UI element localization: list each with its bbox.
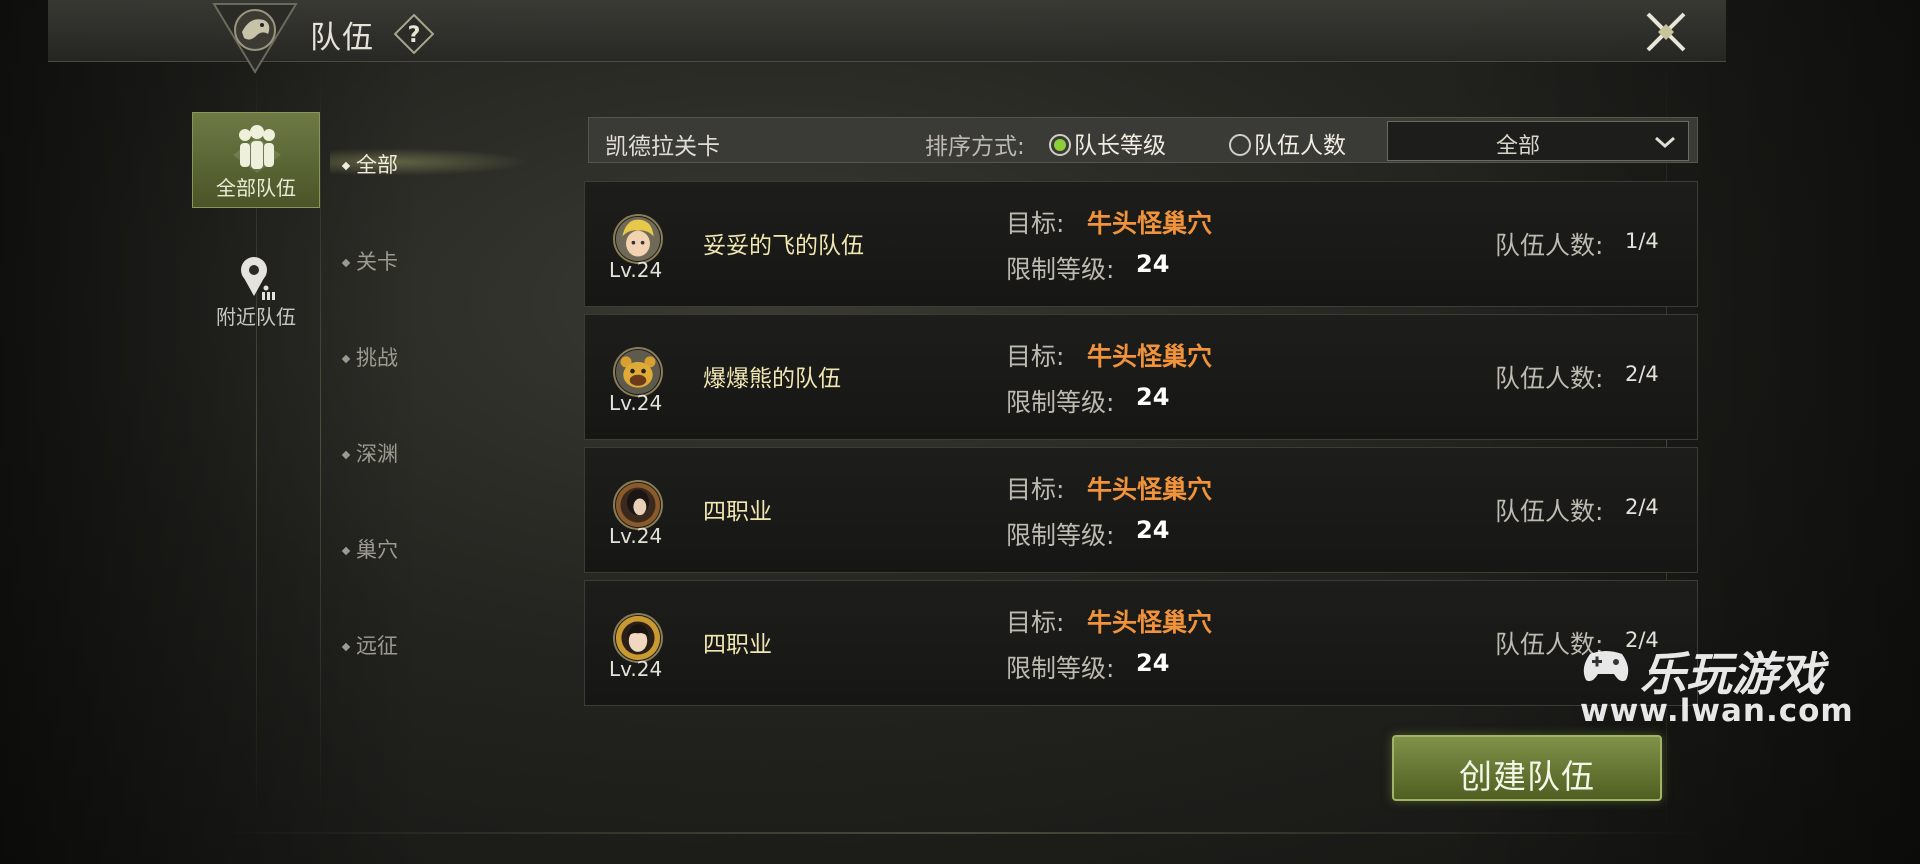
bullet-icon: [341, 161, 351, 171]
stage-name: 凯德拉关卡: [605, 134, 720, 160]
filter-stage-label: 关卡: [356, 250, 398, 274]
filter-expedition[interactable]: 远征: [341, 630, 398, 660]
level-limit-value: 24: [1136, 250, 1170, 278]
target-label: 目标:: [1006, 342, 1065, 371]
level-limit-label: 限制等级:: [1006, 388, 1115, 417]
sort-by-member-count-radio[interactable]: 队伍人数: [1229, 126, 1346, 160]
filter-all-label: 全部: [356, 153, 398, 177]
filter-expedition-label: 远征: [356, 634, 398, 658]
filter-challenge-label: 挑战: [356, 346, 398, 370]
radio-unselected-icon: [1229, 134, 1251, 156]
bear-mascot-avatar: [613, 347, 663, 397]
help-glyph: ?: [408, 23, 421, 48]
leader-level: Lv.24: [609, 657, 663, 681]
blond-hero-avatar: [613, 214, 663, 264]
level-limit-value: 24: [1136, 383, 1170, 411]
level-limit-label: 限制等级:: [1006, 521, 1115, 550]
filter-abyss[interactable]: 深渊: [341, 438, 398, 468]
bullet-icon: [341, 354, 351, 364]
gold-frame-girl-avatar: [613, 613, 663, 663]
target-value: 牛头怪巢穴: [1087, 342, 1213, 371]
filter-stage[interactable]: 关卡: [341, 246, 398, 276]
target-label: 目标:: [1006, 209, 1065, 238]
team-name: 四职业: [703, 632, 772, 658]
bullet-icon: [341, 450, 351, 460]
target-label: 目标:: [1006, 475, 1065, 504]
dragon-emblem-icon: [212, 3, 298, 74]
filter-all[interactable]: 全部: [341, 149, 398, 179]
create-team-label: 创建队伍: [1459, 757, 1595, 796]
tab-all-teams-label: 全部队伍: [216, 176, 296, 200]
tab-divider-line: [320, 60, 321, 820]
member-count-value: 2/4: [1625, 362, 1659, 386]
team-name: 四职业: [703, 499, 772, 525]
filter-abyss-label: 深渊: [356, 442, 398, 466]
member-count-label: 队伍人数:: [1495, 231, 1604, 260]
team-row[interactable]: Lv.24 四职业 目标: 牛头怪巢穴 限制等级: 24 队伍人数: 2/4: [584, 447, 1698, 573]
level-limit-value: 24: [1136, 649, 1170, 677]
member-count-value: 2/4: [1625, 495, 1659, 519]
leader-level: Lv.24: [609, 524, 663, 548]
tab-nearby-teams-label: 附近队伍: [216, 305, 296, 329]
level-limit-label: 限制等级:: [1006, 255, 1115, 284]
level-limit-value: 24: [1136, 516, 1170, 544]
chevron-down-icon: [1655, 136, 1675, 149]
filter-bar: 凯德拉关卡 排序方式: 队长等级 队伍人数 全部: [588, 117, 1698, 163]
target-value: 牛头怪巢穴: [1087, 209, 1213, 238]
sort-label: 排序方式:: [925, 134, 1025, 160]
tab-nearby-teams[interactable]: 附近队伍: [192, 240, 320, 336]
page-title: 队伍: [310, 20, 374, 56]
leader-level: Lv.24: [609, 391, 663, 415]
member-count-label: 队伍人数:: [1495, 364, 1604, 393]
member-count-value: 1/4: [1625, 229, 1659, 253]
bullet-icon: [341, 642, 351, 652]
team-name: 爆爆熊的队伍: [703, 366, 841, 392]
team-row[interactable]: Lv.24 爆爆熊的队伍 目标: 牛头怪巢穴 限制等级: 24 队伍人数: 2/…: [584, 314, 1698, 440]
bottom-divider: [214, 832, 1704, 834]
filter-nest-label: 巢穴: [356, 538, 398, 562]
leader-level: Lv.24: [609, 258, 663, 282]
create-team-button[interactable]: 创建队伍: [1392, 735, 1662, 801]
target-value: 牛头怪巢穴: [1087, 608, 1213, 637]
group-icon: [233, 125, 281, 173]
nearby-location-icon: [241, 257, 275, 300]
sort-option-member-count: 队伍人数: [1254, 133, 1346, 159]
team-row[interactable]: Lv.24 四职业 目标: 牛头怪巢穴 限制等级: 24 队伍人数: 2/4: [584, 580, 1698, 706]
radio-selected-icon: [1049, 134, 1071, 156]
filter-nest[interactable]: 巢穴: [341, 534, 398, 564]
team-row[interactable]: Lv.24 妥妥的飞的队伍 目标: 牛头怪巢穴 限制等级: 24 队伍人数: 1…: [584, 181, 1698, 307]
member-count-label: 队伍人数:: [1495, 497, 1604, 526]
bullet-icon: [341, 546, 351, 556]
level-limit-label: 限制等级:: [1006, 654, 1115, 683]
sort-by-leader-level-radio[interactable]: 队长等级: [1049, 126, 1166, 160]
filter-challenge[interactable]: 挑战: [341, 342, 398, 372]
tab-all-teams[interactable]: 全部队伍: [192, 112, 320, 208]
category-dropdown[interactable]: 全部: [1387, 121, 1689, 161]
help-icon[interactable]: ?: [394, 14, 434, 54]
team-name: 妥妥的飞的队伍: [703, 233, 864, 259]
close-icon[interactable]: [1640, 6, 1692, 58]
dropdown-value: 全部: [1495, 134, 1540, 159]
bullet-icon: [341, 258, 351, 268]
dark-hair-avatar: [613, 480, 663, 530]
gamepad-logo-icon: [1583, 651, 1629, 682]
sort-option-leader-level: 队长等级: [1074, 133, 1166, 159]
target-label: 目标:: [1006, 608, 1065, 637]
target-value: 牛头怪巢穴: [1087, 475, 1213, 504]
watermark-url: www.lwan.com: [1580, 693, 1854, 729]
